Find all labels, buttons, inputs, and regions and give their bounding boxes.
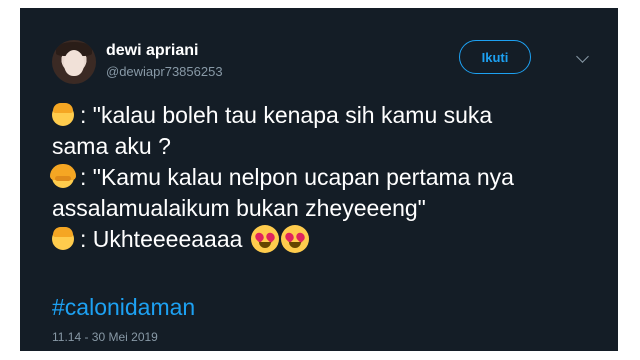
tweet-line-text: : Ukhteeeeaaaa — [80, 226, 243, 252]
tweet-timestamp[interactable]: 11.14 - 30 Mei 2019 — [52, 330, 158, 344]
girl-emoji-icon — [50, 164, 76, 188]
tweet-line: : Ukhteeeeaaaa — [52, 224, 612, 255]
author-name[interactable]: dewi apriani — [106, 42, 198, 60]
tweet-line: : "kalau boleh tau kenapa sih kamu suka — [52, 100, 612, 131]
heart-eyes-emoji-icon — [280, 225, 309, 253]
avatar-face — [64, 50, 84, 76]
boy-emoji-icon — [52, 227, 74, 250]
tweet-line-text: assalamualaikum bukan zheyeeeng" — [52, 195, 426, 221]
author-handle[interactable]: @dewiapr73856253 — [106, 64, 223, 79]
tweet-line: : "Kamu kalau nelpon ucapan pertama nya — [50, 162, 612, 193]
tweet-line-text: sama aku ? — [52, 133, 171, 159]
tweet-line: sama aku ? — [52, 131, 612, 162]
tweet-text: : "kalau boleh tau kenapa sih kamu suka … — [50, 100, 612, 255]
hashtag-link[interactable]: #calonidaman — [52, 294, 195, 321]
tweet-line-text: : "Kamu kalau nelpon ucapan pertama nya — [80, 164, 514, 190]
follow-button[interactable]: Ikuti — [459, 40, 531, 74]
heart-eyes-emoji-icon — [250, 225, 279, 253]
tweet-line: assalamualaikum bukan zheyeeeng" — [52, 193, 612, 224]
tweet-card: dewi apriani @dewiapr73856253 Ikuti : "k… — [20, 8, 618, 351]
boy-emoji-icon — [52, 103, 74, 126]
chevron-down-icon[interactable] — [576, 50, 589, 63]
avatar[interactable] — [52, 40, 96, 84]
tweet-line-text: : "kalau boleh tau kenapa sih kamu suka — [80, 102, 493, 128]
